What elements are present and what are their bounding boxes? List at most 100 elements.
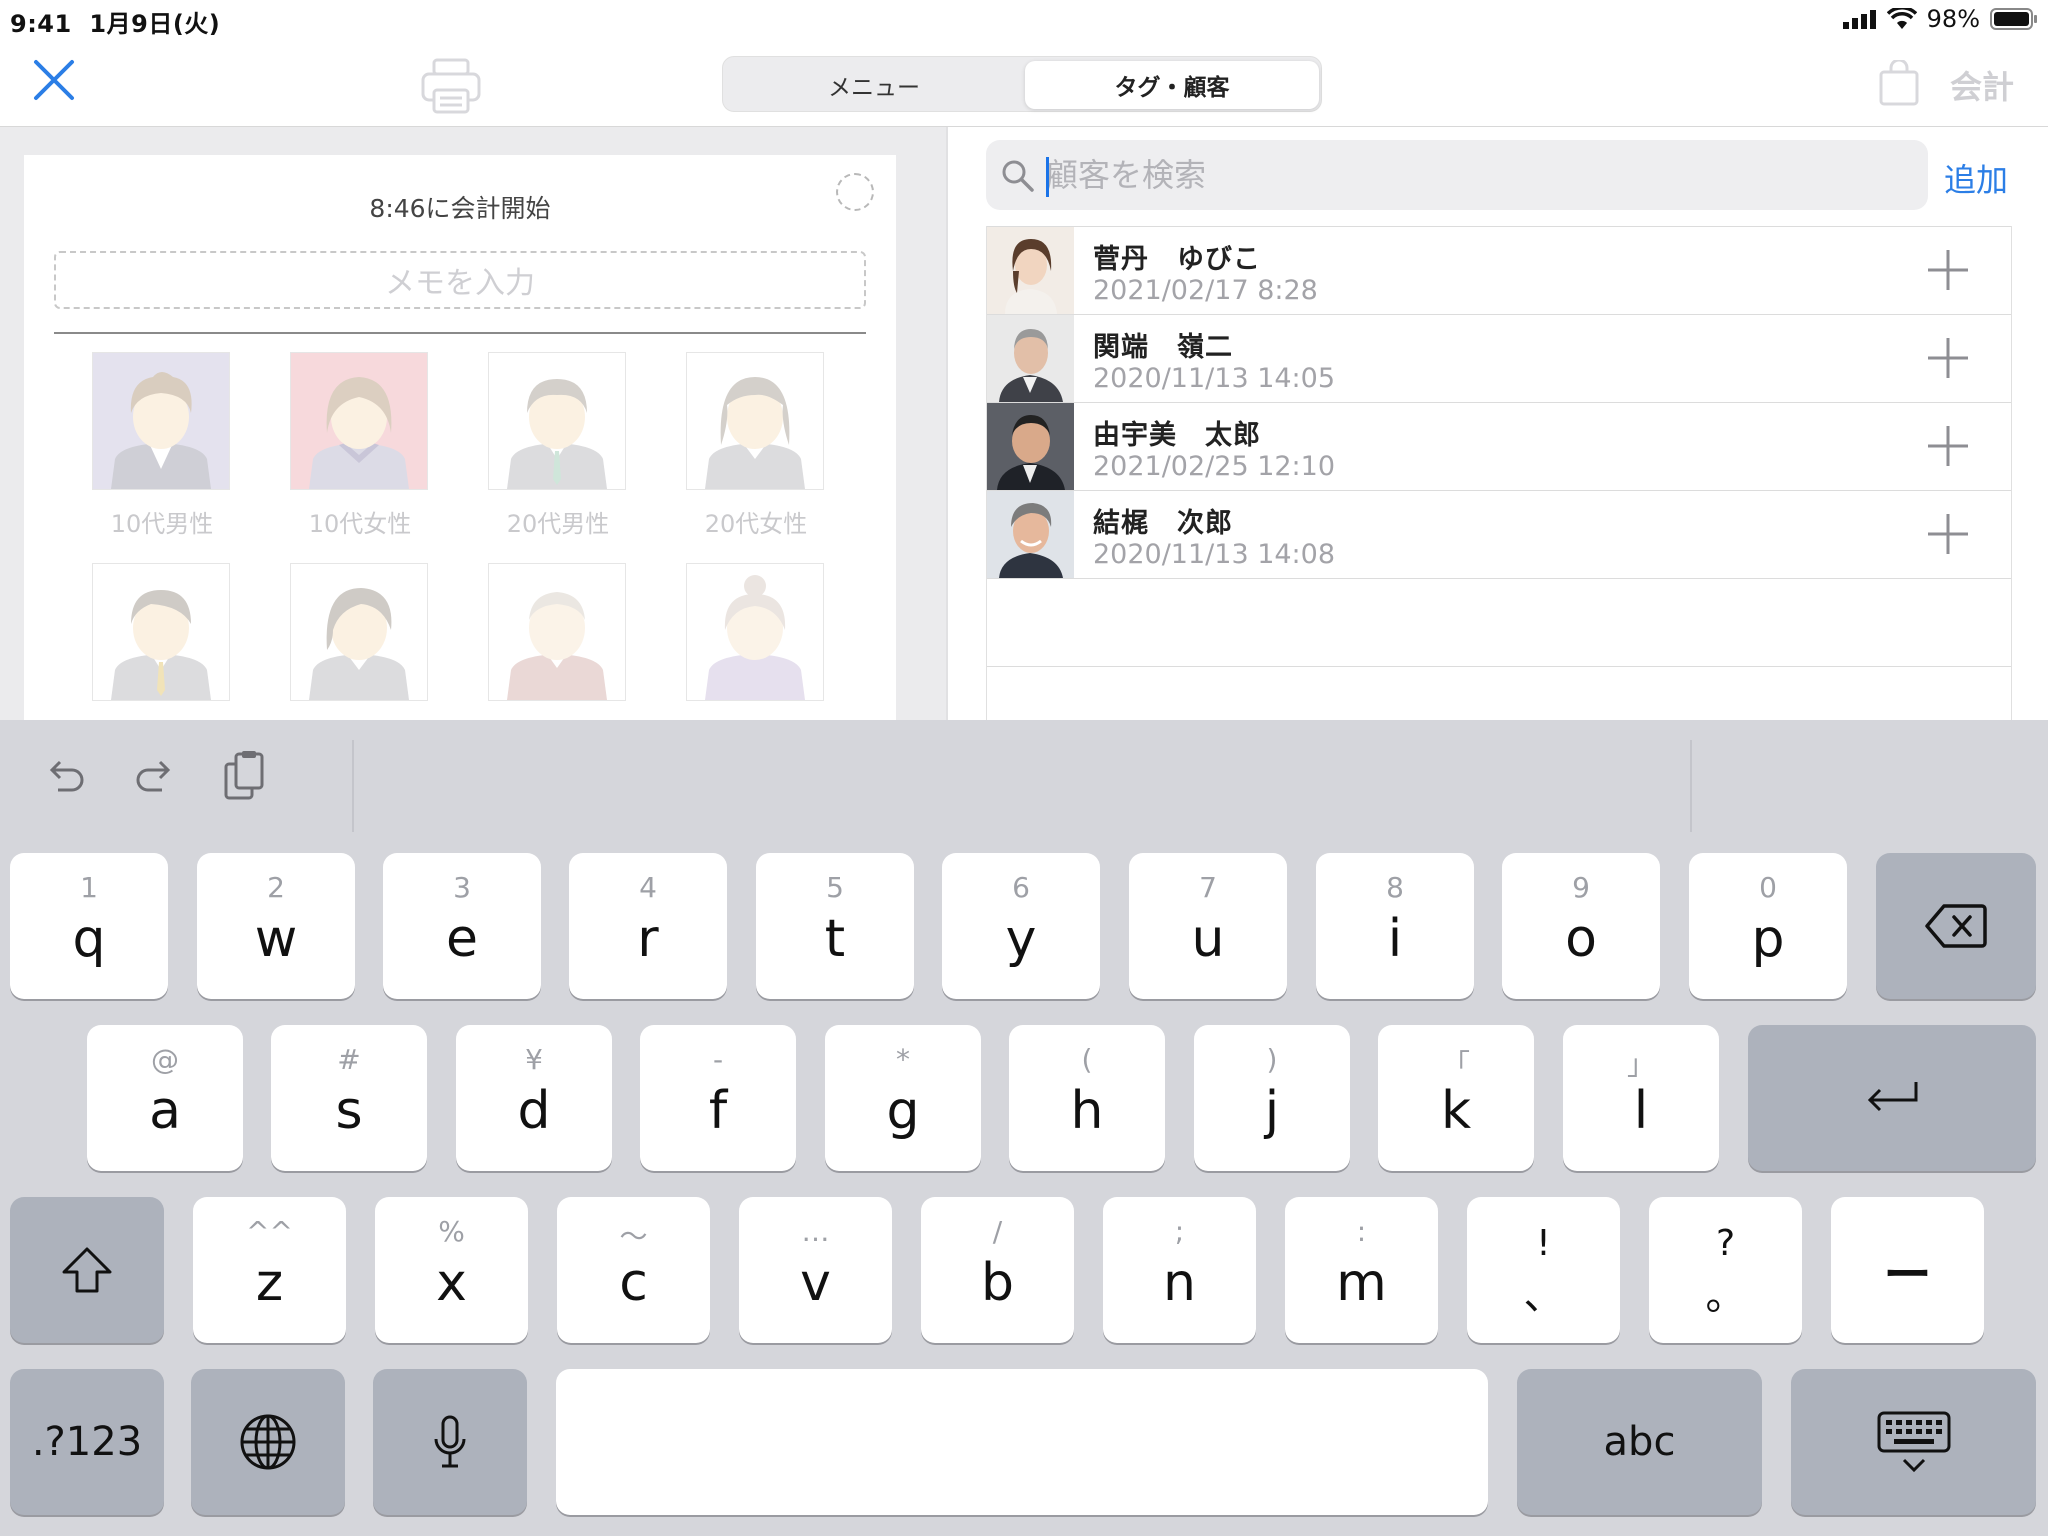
key-b[interactable]: / b [921, 1197, 1074, 1343]
key-h[interactable]: (h [1009, 1025, 1165, 1171]
globe-key[interactable] [191, 1369, 345, 1515]
nav-bar: メニュー タグ・顧客 会計 [0, 38, 2048, 127]
key-l[interactable]: 」 l [1563, 1025, 1719, 1171]
plus-icon[interactable] [1925, 511, 1971, 557]
tag-thirties-female[interactable] [290, 563, 430, 715]
twenties-woman-avatar-icon [686, 352, 824, 490]
checkout-button[interactable]: 会計 [1950, 62, 2014, 108]
plus-icon[interactable] [1925, 335, 1971, 381]
key-f[interactable]: -f [640, 1025, 796, 1171]
tag-twenties-male[interactable]: 20代男性 [488, 352, 628, 539]
select-circle-icon[interactable] [836, 173, 874, 211]
key-g[interactable]: * g [825, 1025, 981, 1171]
abc-key[interactable]: abc [1517, 1369, 1762, 1515]
key-long-vowel[interactable]: ー [1831, 1197, 1984, 1343]
printer-icon[interactable] [420, 58, 482, 114]
checkout-start-time: 8:46に会計開始 [369, 194, 551, 223]
shift-key[interactable] [10, 1197, 164, 1343]
key-s[interactable]: # s [271, 1025, 427, 1171]
customer-photo [987, 491, 1074, 578]
numbers-key[interactable]: .?123 [10, 1369, 164, 1515]
tag-thirties-male[interactable] [92, 563, 232, 715]
key-comma-exclaim[interactable]: !、 [1467, 1197, 1620, 1343]
customer-last-visit: 2020/11/13 14:08 [1093, 539, 1336, 570]
customer-row[interactable]: 結梶 次郎 2020/11/13 14:08 [987, 490, 2011, 578]
customer-name: 菅丹 ゆびこ [1093, 244, 1261, 275]
memo-input[interactable]: メモを入力 [54, 251, 866, 309]
shopping-bag-icon [1879, 60, 1919, 106]
key-e[interactable]: 3e [383, 853, 541, 999]
tag-elderly-male[interactable] [488, 563, 628, 715]
cellular-signal-icon [1842, 10, 1876, 29]
thirties-man-avatar-icon [92, 563, 230, 701]
teen-boy-avatar-icon [92, 352, 230, 490]
key-d[interactable]: ¥ d [456, 1025, 612, 1171]
battery-icon [1990, 8, 2037, 30]
key-t[interactable]: 5t [756, 853, 914, 999]
tag-label: 10代女性 [308, 510, 412, 538]
keyboard-dismiss-icon [1877, 1411, 1950, 1473]
paste-icon[interactable] [222, 750, 266, 802]
thirties-woman-avatar-icon [290, 563, 428, 701]
key-a[interactable]: @ a [87, 1025, 243, 1171]
key-n[interactable]: ; n [1103, 1197, 1256, 1343]
status-date: 1月9日(火) [89, 10, 221, 38]
customer-name: 関端 嶺二 [1093, 332, 1233, 363]
tag-label: 20代女性 [704, 510, 808, 538]
key-x[interactable]: % x [375, 1197, 528, 1343]
add-customer-button[interactable]: 追加 [1944, 155, 2008, 201]
key-v[interactable]: … v [739, 1197, 892, 1343]
key-period-question[interactable]: ?。 [1649, 1197, 1802, 1343]
segmented-control: メニュー タグ・顧客 [722, 56, 1322, 112]
key-o[interactable]: 9o [1502, 853, 1660, 999]
customer-last-visit: 2020/11/13 14:05 [1093, 363, 1336, 394]
undo-icon[interactable] [44, 754, 88, 798]
segment-menu[interactable]: メニュー [727, 61, 1021, 109]
key-k[interactable]: 「k [1378, 1025, 1534, 1171]
customer-list: 菅丹 ゆびこ 2021/02/17 8:28 関端 嶺二 2020/11/13 … [986, 226, 2012, 720]
keyboard-shortcut-bar [0, 720, 2048, 838]
customer-search-bar [986, 140, 1928, 210]
elderly-woman-avatar-icon [686, 563, 824, 701]
customer-name: 由宇美 太郎 [1093, 420, 1261, 451]
close-icon[interactable] [32, 58, 76, 102]
key-j[interactable]: ) j [1194, 1025, 1350, 1171]
dismiss-keyboard-key[interactable] [1791, 1369, 2036, 1515]
key-p[interactable]: 0p [1689, 853, 1847, 999]
empty-row [987, 578, 2011, 666]
tag-teen-female[interactable]: 10代女性 [290, 352, 430, 539]
microphone-icon [434, 1415, 466, 1468]
space-key[interactable] [556, 1369, 1488, 1515]
tag-label: 20代男性 [506, 510, 610, 538]
customer-last-visit: 2021/02/17 8:28 [1093, 275, 1318, 306]
key-w[interactable]: 2w [197, 853, 355, 999]
key-q[interactable]: 1q [10, 853, 168, 999]
dictation-key[interactable] [373, 1369, 527, 1515]
key-c[interactable]: 〜 c [557, 1197, 710, 1343]
customer-row[interactable]: 菅丹 ゆびこ 2021/02/17 8:28 [987, 226, 2011, 314]
plus-icon[interactable] [1925, 247, 1971, 293]
customer-search-input[interactable] [1046, 146, 1906, 204]
tag-twenties-female[interactable]: 20代女性 [686, 352, 826, 539]
tag-teen-male[interactable]: 10代男性 [92, 352, 232, 539]
segment-tag-customer[interactable]: タグ・顧客 [1025, 61, 1319, 109]
globe-icon [240, 1414, 296, 1470]
text-caret [1046, 157, 1049, 197]
tag-elderly-female[interactable] [686, 563, 826, 715]
plus-icon[interactable] [1925, 423, 1971, 469]
return-key[interactable] [1748, 1025, 2036, 1171]
key-m[interactable]: :m [1285, 1197, 1438, 1343]
key-r[interactable]: 4r [569, 853, 727, 999]
key-y[interactable]: 6y [942, 853, 1100, 999]
customer-photo [987, 403, 1074, 490]
key-u[interactable]: 7u [1129, 853, 1287, 999]
customer-row[interactable]: 関端 嶺二 2020/11/13 14:05 [987, 314, 2011, 402]
software-keyboard: 1q 2w 3e 4r 5t 6y 7u 8i 9o 0p @ a # s ¥ d -… [0, 720, 2048, 1536]
redo-icon[interactable] [132, 754, 176, 798]
key-i[interactable]: 8i [1316, 853, 1474, 999]
delete-backspace-icon [1925, 904, 1987, 948]
customer-row[interactable]: 由宇美 太郎 2021/02/25 12:10 [987, 402, 2011, 490]
delete-key[interactable] [1876, 853, 2036, 999]
customer-last-visit: 2021/02/25 12:10 [1093, 451, 1336, 482]
key-z[interactable]: ^^ z [193, 1197, 346, 1343]
